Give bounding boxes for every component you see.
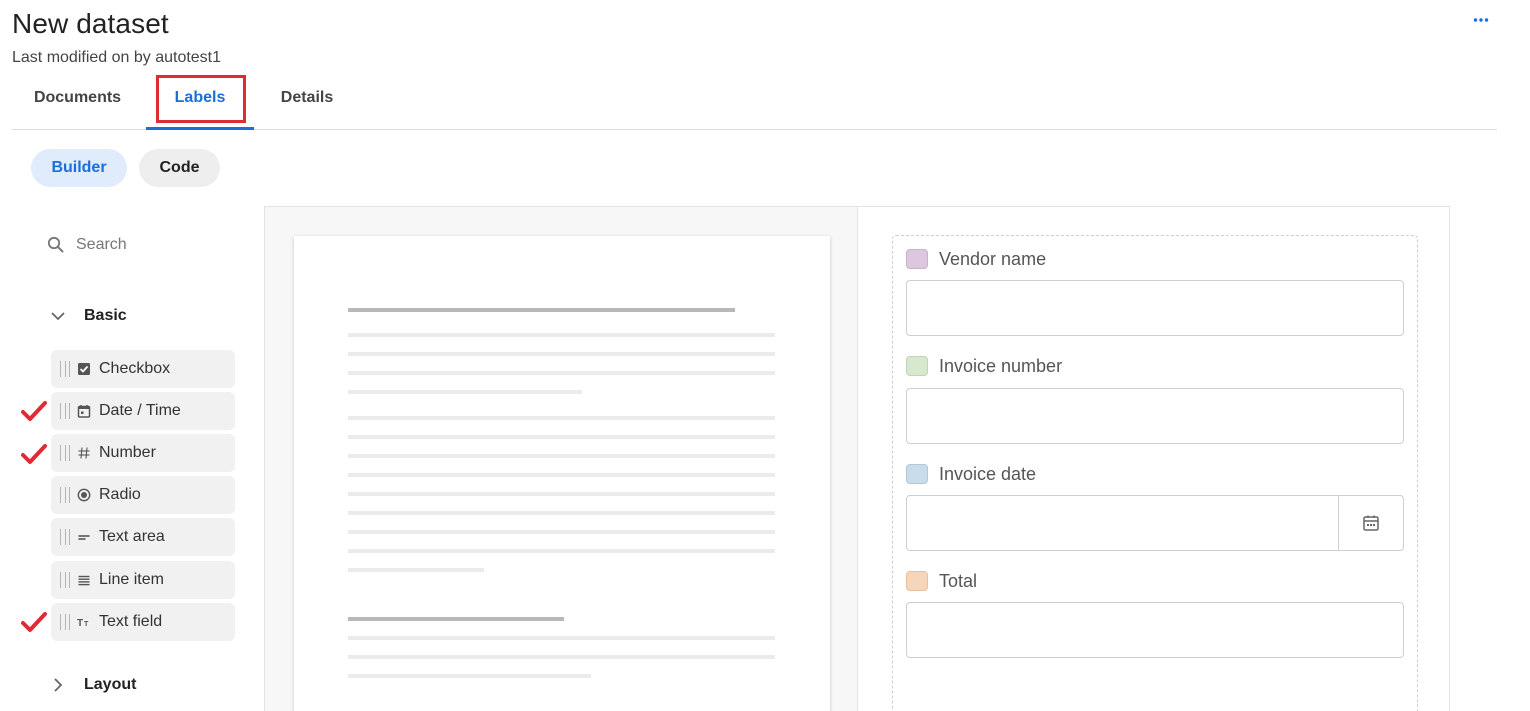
palette-item-text-area[interactable]: Text area: [51, 518, 235, 556]
group-basic-header[interactable]: Basic: [50, 304, 127, 328]
chevron-right-icon: [54, 678, 63, 692]
drag-handle-icon[interactable]: [60, 487, 70, 503]
more-options-button[interactable]: [1468, 10, 1494, 32]
total-input-wrapper: [906, 602, 1404, 658]
label-color-swatch: [906, 571, 928, 591]
date-picker-button[interactable]: [1338, 496, 1403, 550]
placeholder-line: [348, 416, 775, 420]
field-label-total: Total: [906, 570, 977, 592]
hash-icon: [77, 446, 91, 460]
radio-icon: [77, 488, 91, 502]
calendar-icon: [77, 404, 91, 418]
placeholder-line: [348, 352, 775, 356]
drag-handle-icon[interactable]: [60, 403, 70, 419]
palette-item-line-item[interactable]: Line item: [51, 561, 235, 599]
tab-labels[interactable]: Labels: [146, 76, 254, 130]
palette-item-radio[interactable]: Radio: [51, 476, 235, 514]
drag-handle-icon[interactable]: [60, 529, 70, 545]
checkbox-icon: [77, 362, 91, 376]
calendar-icon: [1363, 515, 1379, 531]
group-layout-header[interactable]: Layout: [50, 673, 136, 697]
palette-item-label: Number: [99, 444, 156, 461]
builder-toggle-button[interactable]: Builder: [31, 149, 127, 187]
drag-handle-icon[interactable]: [60, 361, 70, 377]
field-label-text: Total: [939, 570, 978, 591]
chevron-down-icon: [51, 312, 65, 321]
field-label-invoice-date: Invoice date: [906, 463, 1036, 485]
tab-bar: Documents Labels Details: [12, 76, 1497, 130]
placeholder-line: [348, 454, 775, 458]
field-label-invoice-number: Invoice number: [906, 355, 1062, 377]
placeholder-line: [348, 549, 775, 553]
placeholder-heading: [348, 308, 735, 312]
placeholder-heading: [348, 617, 564, 621]
tab-documents[interactable]: Documents: [19, 76, 136, 129]
palette-item-text-field[interactable]: TT Text field: [51, 603, 235, 641]
field-label-text: Invoice number: [939, 355, 1063, 376]
group-basic-label: Basic: [84, 307, 127, 324]
invoice-number-input[interactable]: [907, 389, 1403, 443]
palette-item-label: Date / Time: [99, 402, 181, 419]
page-subtitle: Last modified on by autotest1: [12, 49, 222, 66]
invoice-number-input-wrapper: [906, 388, 1404, 444]
drag-handle-icon[interactable]: [60, 572, 70, 588]
search-input[interactable]: [76, 236, 226, 254]
vendor-name-input-wrapper: [906, 280, 1404, 336]
placeholder-line: [348, 473, 775, 477]
search-icon: [47, 236, 64, 253]
vendor-name-input[interactable]: [907, 281, 1403, 335]
placeholder-line: [348, 390, 582, 394]
component-search: [46, 232, 236, 258]
code-toggle-button[interactable]: Code: [139, 149, 220, 187]
palette-item-date-time[interactable]: Date / Time: [51, 392, 235, 430]
placeholder-line: [348, 492, 775, 496]
placeholder-line: [348, 511, 775, 515]
label-color-swatch: [906, 356, 928, 376]
checkmark-icon: [21, 443, 47, 465]
line-item-icon: [77, 573, 91, 587]
invoice-date-input-wrapper: [906, 495, 1404, 551]
drag-handle-icon[interactable]: [60, 614, 70, 630]
palette-item-number[interactable]: Number: [51, 434, 235, 472]
text-area-icon: [77, 530, 91, 544]
palette-item-label: Text field: [99, 613, 163, 630]
placeholder-line: [348, 371, 775, 375]
form-drop-zone[interactable]: Vendor name Invoice number Invoice date …: [892, 235, 1418, 711]
svg-text:T: T: [84, 621, 89, 628]
field-label-text: Vendor name: [939, 248, 1047, 269]
palette-item-label: Text area: [99, 528, 165, 545]
placeholder-line: [348, 636, 775, 640]
checkmark-icon: [21, 611, 47, 633]
total-input[interactable]: [907, 603, 1403, 657]
checkmark-icon: [21, 400, 47, 422]
placeholder-line: [348, 655, 775, 659]
placeholder-line: [348, 435, 775, 439]
svg-text:T: T: [77, 618, 83, 629]
page-title: New dataset: [12, 8, 169, 39]
palette-item-label: Checkbox: [99, 360, 171, 377]
field-label-vendor-name: Vendor name: [906, 248, 1046, 270]
placeholder-line: [348, 674, 591, 678]
placeholder-line: [348, 568, 484, 572]
group-layout-label: Layout: [84, 676, 137, 693]
tab-details[interactable]: Details: [266, 76, 348, 129]
placeholder-line: [348, 333, 775, 337]
document-preview-area: [265, 207, 858, 711]
document-preview-page: [294, 236, 830, 711]
palette-item-checkbox[interactable]: Checkbox: [51, 350, 235, 388]
builder-canvas: Vendor name Invoice number Invoice date …: [264, 206, 1450, 711]
label-color-swatch: [906, 464, 928, 484]
text-field-icon: TT: [77, 615, 91, 629]
more-horizontal-icon: [1473, 18, 1489, 22]
label-color-swatch: [906, 249, 928, 269]
palette-item-label: Line item: [99, 571, 164, 588]
field-label-text: Invoice date: [939, 463, 1037, 484]
placeholder-line: [348, 530, 775, 534]
invoice-date-input[interactable]: [907, 496, 1339, 550]
palette-item-label: Radio: [99, 486, 141, 503]
drag-handle-icon[interactable]: [60, 445, 70, 461]
